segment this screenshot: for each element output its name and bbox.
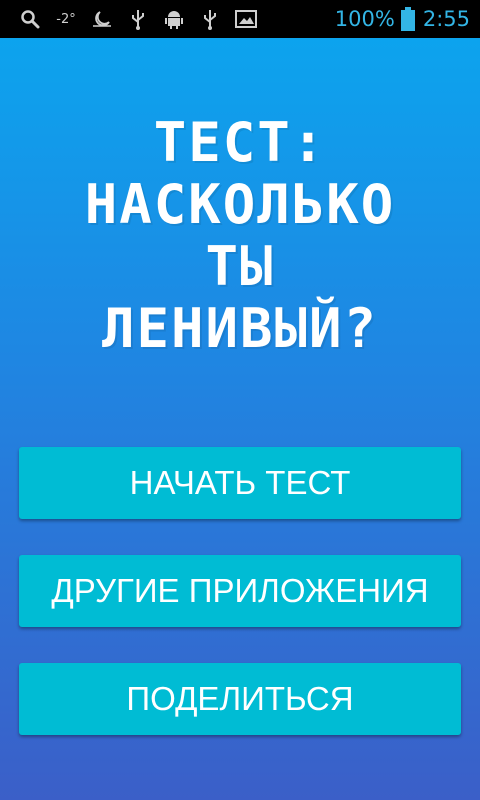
- share-button[interactable]: ПОДЕЛИТЬСЯ: [19, 663, 461, 735]
- night-mode-icon: [84, 0, 120, 38]
- other-apps-button[interactable]: ДРУГИЕ ПРИЛОЖЕНИЯ: [19, 555, 461, 627]
- notification-icons: -2°: [12, 0, 264, 38]
- title-line: ЛЕНИВЫЙ?: [101, 297, 379, 360]
- title-line: ТЕСТ:: [153, 111, 327, 174]
- android-debug-icon: [156, 0, 192, 38]
- title-line: ТЫ: [205, 235, 275, 298]
- temperature-label: -2°: [56, 11, 76, 27]
- usb-icon: [192, 0, 228, 38]
- start-test-button[interactable]: НАЧАТЬ ТЕСТ: [19, 447, 461, 519]
- battery-percent: 100%: [334, 7, 395, 31]
- image-icon: [228, 0, 264, 38]
- page-title: ТЕСТ: НАСКОЛЬКО ТЫ ЛЕНИВЫЙ?: [0, 112, 480, 360]
- system-status: 100% 2:55: [335, 7, 470, 31]
- search-icon: [12, 0, 48, 38]
- weather-icon: -2°: [48, 0, 84, 38]
- battery-icon: [400, 7, 415, 31]
- clock: 2:55: [422, 7, 470, 31]
- title-line: НАСКОЛЬКО: [84, 173, 396, 236]
- status-bar: -2° 100% 2:55: [0, 0, 480, 38]
- usb-icon: [120, 0, 156, 38]
